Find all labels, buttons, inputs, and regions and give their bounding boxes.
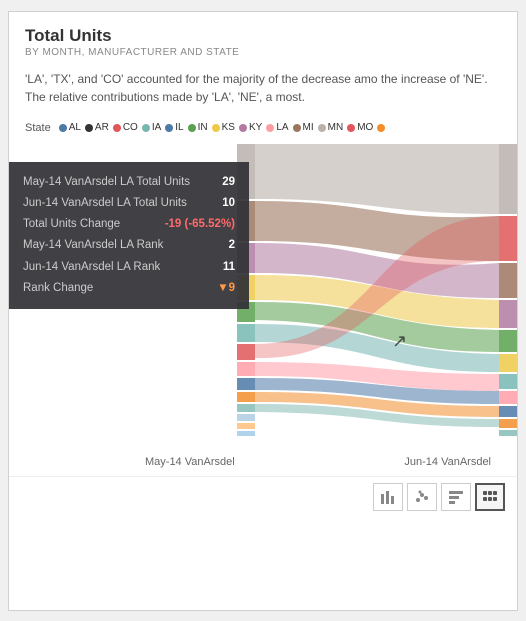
tooltip-row-4: May-14 VanArsdel LA Rank 2 — [23, 235, 235, 256]
tooltip-key-3: Total Units Change — [23, 214, 120, 235]
column-chart-button[interactable] — [441, 483, 471, 511]
sankey-chart-button[interactable] — [475, 483, 505, 511]
tooltip-key-4: May-14 VanArsdel LA Rank — [23, 235, 163, 256]
chart-label-left: May-14 VanArsdel — [145, 456, 235, 468]
tooltip-val-3: -19 (-65.52%) — [165, 214, 235, 235]
tooltip-row-6: Rank Change ▼9 — [23, 278, 235, 299]
tooltip-row-5: Jun-14 VanArsdel LA Rank 11 — [23, 257, 235, 278]
legend-item-la: LA — [266, 122, 288, 133]
column-chart-icon — [448, 490, 464, 504]
tooltip-val-5: 11 — [223, 257, 235, 278]
tooltip-row-1: May-14 VanArsdel LA Total Units 29 — [23, 172, 235, 193]
tooltip-key-6: Rank Change — [23, 278, 93, 299]
legend-item-mo: MO — [347, 122, 373, 133]
sankey-chart-icon — [482, 490, 498, 504]
legend-item-mn: MN — [318, 122, 344, 133]
toolbar — [9, 476, 517, 517]
tooltip-row-3: Total Units Change -19 (-65.52%) — [23, 214, 235, 235]
tooltip-val-6: ▼9 — [217, 278, 235, 299]
svg-text:↗: ↗ — [392, 331, 407, 351]
main-card: Total Units BY MONTH, MANUFACTURER AND S… — [8, 11, 518, 611]
legend-item-ky: KY — [239, 122, 262, 133]
legend-item-mi: MI — [293, 122, 314, 133]
scatter-chart-icon — [414, 490, 430, 504]
tooltip-val-1: 29 — [222, 172, 235, 193]
legend-item-ar: AR — [85, 122, 109, 133]
card-title: Total Units — [25, 26, 501, 46]
legend-item-al: AL — [59, 122, 81, 133]
tooltip-val-4: 2 — [229, 235, 235, 256]
legend-item-ia: IA — [142, 122, 161, 133]
legend-item-il: IL — [165, 122, 183, 133]
chart-area: May-14 VanArsdel LA Total Units 29 Jun-1… — [9, 142, 517, 452]
legend-item-in: IN — [188, 122, 208, 133]
bar-chart-icon — [380, 490, 396, 504]
tooltip-key-5: Jun-14 VanArsdel LA Rank — [23, 257, 160, 278]
legend-item-co: CO — [113, 122, 138, 133]
card-description: 'LA', 'TX', and 'CO' accounted for the m… — [9, 64, 517, 116]
tooltip-val-2: 10 — [222, 193, 235, 214]
legend-state-label: State — [25, 122, 51, 134]
scatter-chart-button[interactable] — [407, 483, 437, 511]
chart-label-right: Jun-14 VanArsdel — [404, 456, 491, 468]
tooltip-key-2: Jun-14 VanArsdel LA Total Units — [23, 193, 187, 214]
card-header: Total Units BY MONTH, MANUFACTURER AND S… — [9, 12, 517, 64]
legend-item-ks: KS — [212, 122, 235, 133]
tooltip-row-2: Jun-14 VanArsdel LA Total Units 10 — [23, 193, 235, 214]
sankey-chart: ↗ — [237, 142, 517, 452]
legend-item-more — [377, 124, 385, 132]
tooltip-key-1: May-14 VanArsdel LA Total Units — [23, 172, 190, 193]
card-subtitle: BY MONTH, MANUFACTURER AND STATE — [25, 47, 501, 58]
chart-labels: May-14 VanArsdel Jun-14 VanArsdel — [9, 452, 517, 472]
tooltip: May-14 VanArsdel LA Total Units 29 Jun-1… — [9, 162, 249, 310]
legend-row: State AL AR CO IA IL IN KS KY LA MI MN M… — [9, 116, 517, 142]
bar-chart-button[interactable] — [373, 483, 403, 511]
